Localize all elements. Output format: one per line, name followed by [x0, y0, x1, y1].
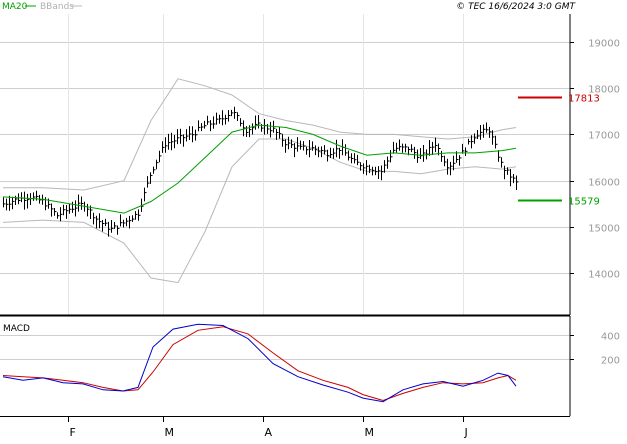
resistance-level-label: 17813: [568, 94, 600, 105]
x-tick-label: F: [70, 426, 76, 439]
support-level-label: 15579: [568, 197, 600, 208]
macd-y-tick-label: 200: [601, 356, 620, 367]
copyright-text: © TEC 16/6/2024 3:0 GMT: [456, 2, 576, 12]
macd-panel-background: [0, 316, 570, 416]
price-y-tick-label: 14000: [588, 270, 620, 281]
price-panel-background: [0, 14, 570, 315]
bbands-legend-label: BBands: [40, 2, 74, 12]
x-tick-label: M: [365, 426, 375, 439]
chart-svg: FMAMJ 1400015000160001700018000190002004…: [0, 0, 627, 440]
price-y-tick-label: 19000: [588, 39, 620, 50]
x-tick-label: J: [464, 426, 468, 439]
price-y-tick-label: 15000: [588, 224, 620, 235]
price-y-tick-label: 17000: [588, 131, 620, 142]
x-tick-label: A: [265, 426, 273, 439]
macd-y-tick-label: 400: [601, 332, 620, 343]
macd-panel-label: MACD: [3, 324, 30, 334]
ma-legend-label: MA20: [2, 2, 28, 12]
price-y-tick-label: 16000: [588, 178, 620, 189]
x-tick-label: M: [165, 426, 175, 439]
chart-root: FMAMJ 14000 15000 16000 17000 18000 19000 200 4…: [0, 0, 627, 440]
